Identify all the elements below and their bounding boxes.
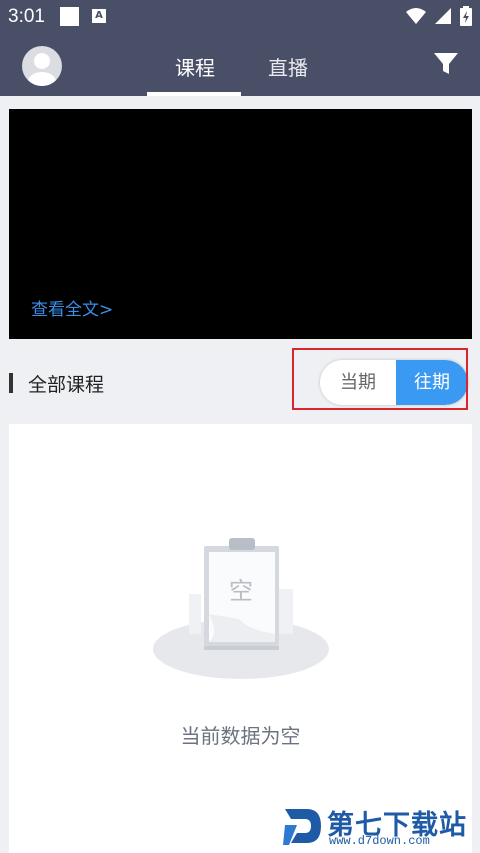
section-title: 全部课程 — [28, 374, 105, 396]
square-icon — [60, 7, 79, 26]
status-time: 3:01 — [8, 6, 45, 27]
empty-clipboard-icon: 空 — [153, 538, 329, 679]
app-header: 课程 直播 — [0, 34, 480, 96]
watermark-url: www.d7down.com — [329, 834, 430, 848]
course-list-panel: 空 当前数据为空 — [9, 424, 472, 853]
wifi-icon — [406, 8, 426, 24]
avatar[interactable] — [22, 46, 62, 86]
empty-state-message: 当前数据为空 — [180, 724, 301, 748]
status-icons — [406, 6, 472, 26]
highlight-annotation — [292, 348, 468, 410]
video-player[interactable]: 查看全文> — [9, 109, 472, 339]
battery-icon — [460, 6, 472, 26]
a-notification-icon: A — [92, 9, 106, 23]
empty-illustration-label: 空 — [229, 577, 253, 605]
filter-icon[interactable] — [432, 50, 460, 78]
d7-logo-icon — [283, 809, 321, 845]
view-full-text-link[interactable]: 查看全文> — [31, 295, 113, 320]
status-bar: 3:01 A — [0, 0, 480, 34]
tab-live[interactable]: 直播 — [268, 52, 308, 81]
active-tab-indicator — [147, 92, 241, 96]
section-marker — [9, 373, 13, 393]
avatar-icon — [28, 53, 56, 86]
signal-icon — [435, 8, 451, 24]
watermark: 第七下载站 www.d7down.com — [283, 803, 478, 849]
tab-courses[interactable]: 课程 — [175, 52, 215, 81]
